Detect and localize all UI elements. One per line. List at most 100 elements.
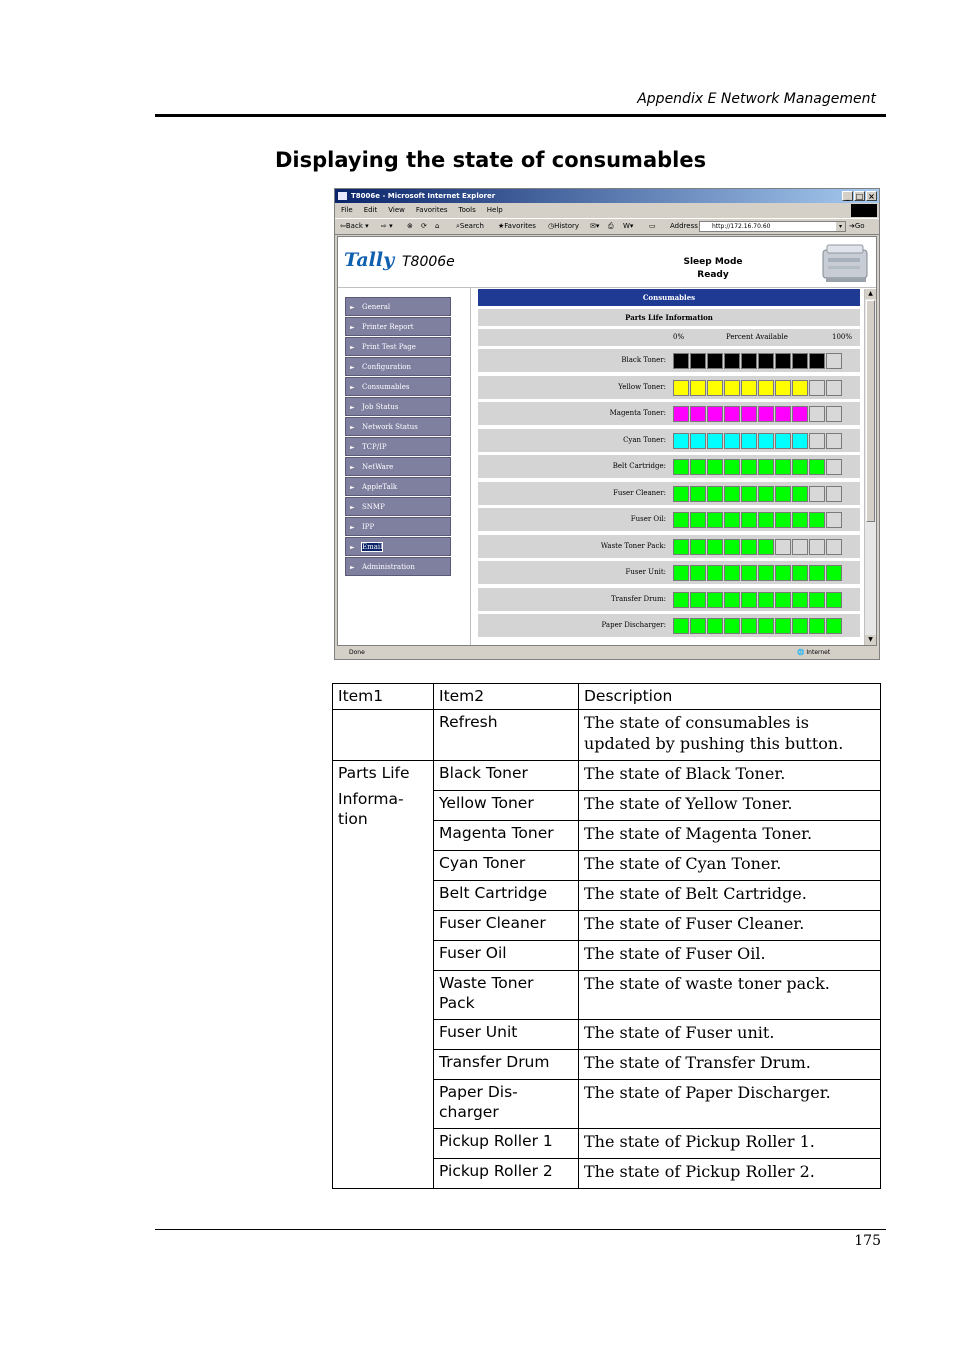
nav-item-printer-report[interactable]: ► Printer Report (345, 317, 451, 336)
level-cell-filled (707, 618, 723, 634)
level-cell-filled (775, 353, 791, 369)
scroll-down-icon[interactable]: ▼ (865, 635, 876, 645)
arrow-icon: ► (350, 364, 355, 371)
nav-item-ipp[interactable]: ► IPP (345, 517, 451, 536)
description-cell: The state of Belt Cartridge. (578, 880, 881, 911)
consumable-rows: Black Toner: Yellow Toner: Magenta Toner: C… (478, 349, 860, 637)
level-cell-filled (673, 538, 689, 555)
nav-item-netware[interactable]: ► NetWare (345, 457, 451, 476)
menu-edit[interactable]: Edit (358, 204, 383, 217)
menu-file[interactable]: File (335, 204, 358, 217)
level-cell-filled (741, 538, 757, 555)
level-cell-filled (809, 565, 825, 581)
nav-item-tcpip[interactable]: ► TCP/IP (345, 437, 451, 456)
nav-item-general[interactable]: ► General (345, 297, 451, 316)
home-icon[interactable]: ⌂ (435, 221, 439, 232)
nav-item-configuration[interactable]: ► Configuration (345, 357, 451, 376)
menu-favorites[interactable]: Favorites (410, 204, 453, 217)
level-cell-filled (673, 379, 689, 396)
forward-arrow-icon[interactable]: ⇨ ▾ (381, 221, 393, 232)
scale-mid: Percent Available (726, 333, 788, 341)
level-cell-filled (792, 379, 808, 396)
level-meter (673, 406, 842, 422)
stop-icon[interactable]: ⊗ (407, 221, 413, 232)
level-cell-filled (690, 406, 706, 422)
level-cell-empty (826, 406, 842, 422)
level-cell-filled (724, 565, 740, 581)
printer-model: T8006e (402, 254, 455, 270)
level-cell-filled (775, 379, 791, 396)
maximize-button[interactable]: □ (854, 191, 865, 201)
close-button[interactable]: × (866, 191, 877, 201)
arrow-icon: ► (350, 464, 355, 471)
history-button[interactable]: ◷History (548, 221, 579, 232)
level-cell-filled (690, 432, 706, 449)
refresh-icon[interactable]: ⟳ (421, 221, 427, 232)
level-cell-filled (741, 353, 757, 369)
level-meter (673, 538, 842, 555)
menu-view[interactable]: View (382, 204, 410, 217)
nav-item-appletalk[interactable]: ► AppleTalk (345, 477, 451, 496)
level-cell-filled (809, 591, 825, 608)
level-cell-empty (826, 432, 842, 449)
level-cell-filled (707, 485, 723, 502)
level-cell-empty (809, 379, 825, 396)
status-zone: 🌐 Internet (797, 649, 831, 656)
item2-cell: Pickup Roller 1 (433, 1128, 579, 1159)
percent-scale: 0% Percent Available 100% (478, 329, 860, 346)
print-icon[interactable]: ⎙ (608, 221, 614, 232)
section-title: Displaying the state of consumables (275, 148, 707, 172)
browser-status-bar: Done 🌐 Internet (335, 647, 879, 659)
item2-cell: Fuser Cleaner (433, 910, 579, 941)
level-cell-filled (775, 591, 791, 608)
go-button[interactable]: ➔Go (849, 222, 865, 230)
minimize-button[interactable]: _ (842, 191, 853, 201)
nav-item-administration[interactable]: ► Administration (345, 557, 451, 576)
address-dropdown-icon[interactable]: ▾ (836, 222, 845, 231)
level-cell-filled (809, 353, 825, 369)
level-cell-empty (826, 538, 842, 555)
level-cell-filled (673, 432, 689, 449)
level-cell-filled (792, 432, 808, 449)
item2-cell: Refresh (433, 709, 579, 761)
ie-icon (338, 192, 347, 200)
item2-cell: Belt Cartridge (433, 880, 579, 911)
search-button[interactable]: ⌕Search (456, 221, 484, 232)
menu-tools[interactable]: Tools (453, 204, 481, 217)
description-cell: The state of Fuser Oil. (578, 940, 881, 971)
nav-item-job-status[interactable]: ► Job Status (345, 397, 451, 416)
scroll-up-icon[interactable]: ▲ (865, 289, 876, 299)
menu-help[interactable]: Help (481, 204, 508, 217)
level-cell-filled (690, 538, 706, 555)
vertical-scrollbar[interactable]: ▲ ▼ (864, 289, 876, 645)
consumable-label: Cyan Toner: (623, 435, 666, 444)
mail-icon[interactable]: ✉▾ (590, 221, 599, 232)
consumable-row: Paper Discharger: (478, 614, 860, 637)
empty-cell (332, 709, 434, 761)
favorites-button[interactable]: ★Favorites (498, 221, 536, 232)
nav-item-email[interactable]: ► Email (345, 537, 451, 556)
edit-icon[interactable]: W▾ (623, 221, 633, 232)
level-cell-filled (673, 565, 689, 581)
level-cell-filled (707, 353, 723, 369)
address-input[interactable]: http://172.16.70.60 ▾ (699, 221, 846, 232)
level-cell-filled (741, 512, 757, 528)
level-cell-filled (741, 618, 757, 634)
back-button[interactable]: ⇦Back ▾ (340, 221, 369, 232)
level-cell-empty (809, 432, 825, 449)
nav-item-consumables[interactable]: ► Consumables (345, 377, 451, 396)
level-cell-filled (826, 565, 842, 581)
consumable-row: Fuser Unit: (478, 561, 860, 584)
level-cell-filled (758, 353, 774, 369)
level-cell-filled (690, 618, 706, 634)
nav-item-snmp[interactable]: ► SNMP (345, 497, 451, 516)
level-cell-filled (775, 485, 791, 502)
level-meter (673, 353, 842, 369)
scroll-thumb[interactable] (866, 300, 875, 522)
status-line-1: Sleep Mode (683, 257, 743, 267)
discuss-icon[interactable]: ▭ (649, 221, 656, 232)
nav-item-network-status[interactable]: ► Network Status (345, 417, 451, 436)
item2-cell: Transfer Drum (433, 1049, 579, 1080)
nav-item-print-test-page[interactable]: ► Print Test Page (345, 337, 451, 356)
level-cell-filled (707, 565, 723, 581)
